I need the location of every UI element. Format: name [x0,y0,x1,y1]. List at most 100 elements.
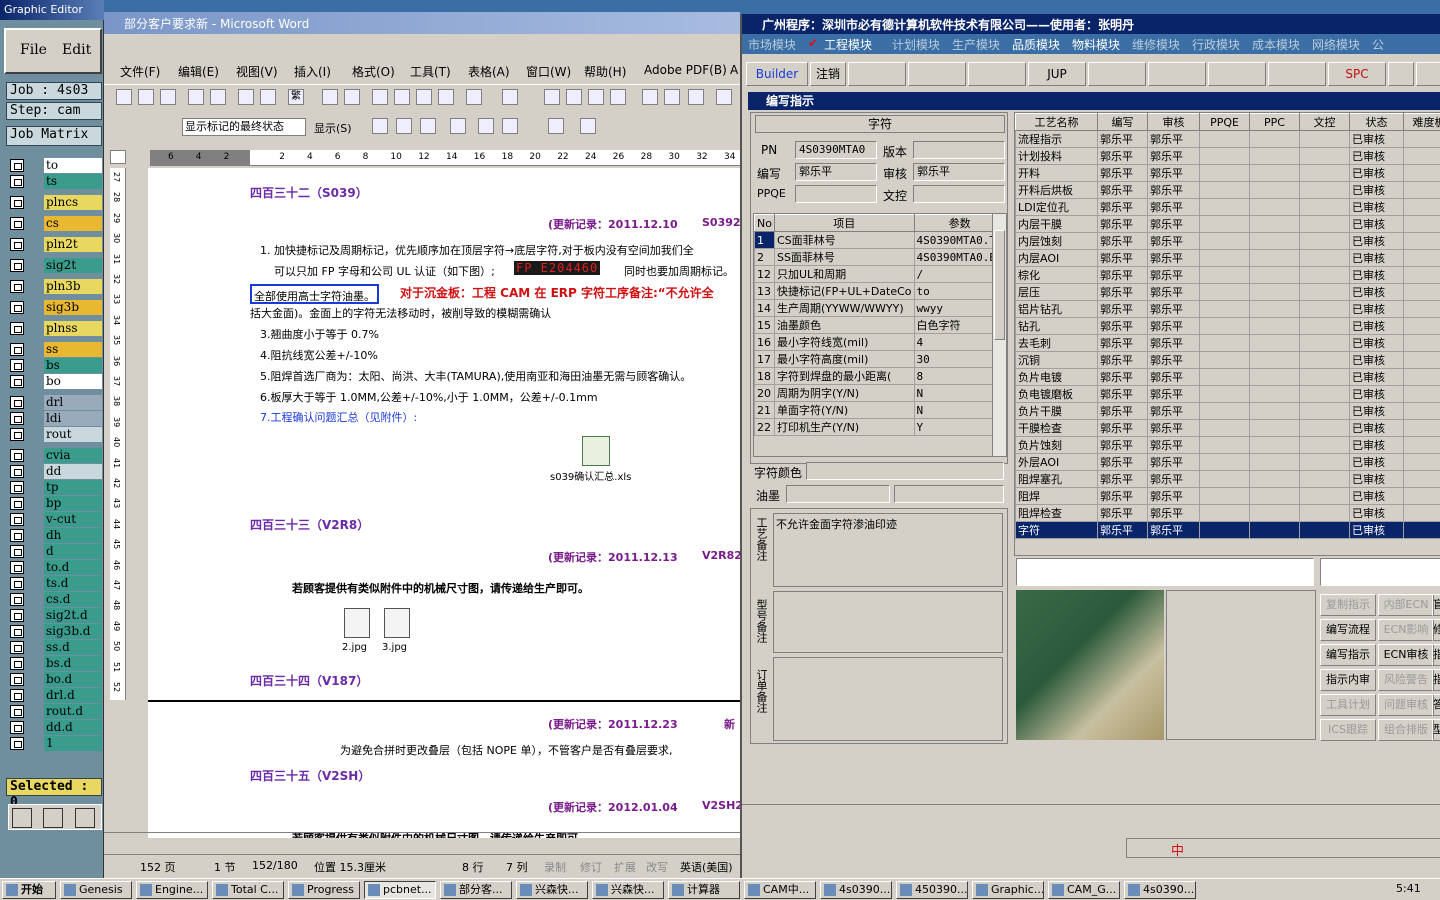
layer-name[interactable]: d [44,544,102,559]
process-writer[interactable]: 郭乐平 [1097,147,1148,165]
process-name[interactable]: 阻焊检查 [1015,504,1098,522]
layer-row[interactable]: to.d [10,560,102,575]
layer-name[interactable]: plncs [44,195,102,210]
param-item[interactable]: 字符到焊盘的最小距离( [773,367,915,385]
process-name[interactable]: 阻焊塞孔 [1015,470,1098,488]
params-table[interactable]: No 项目 参数 1 CS面菲林号 4S0390MTA0.TO 2 SS面菲林号 4S03… [754,214,1006,436]
document-map-icon[interactable] [688,89,704,105]
process-reviewer[interactable]: 郭乐平 [1147,283,1200,301]
layer-name[interactable]: ss.d [44,640,102,655]
attachment-name[interactable]: 2.jpg [342,642,367,653]
process-writer[interactable]: 郭乐平 [1097,385,1148,403]
logout-button[interactable]: 注销 [810,62,846,86]
model-note-field[interactable] [773,591,1003,653]
process-reviewer[interactable]: 郭乐平 [1147,368,1200,386]
process-control[interactable] [1299,521,1350,539]
process-status[interactable]: 已审核 [1349,453,1404,471]
layer-row[interactable]: dd [10,464,102,479]
process-ppqe[interactable] [1199,164,1250,182]
columns-icon[interactable] [642,89,658,105]
layer-row[interactable]: sig2t [10,258,102,273]
module-tab[interactable]: 行政模块 [1192,36,1240,53]
process-reviewer[interactable]: 郭乐平 [1147,300,1200,318]
redo-icon[interactable] [502,89,518,105]
process-name[interactable]: 内层AOI [1015,249,1098,267]
builder-button[interactable]: Builder [746,62,808,86]
process-ppc[interactable] [1249,334,1300,352]
process-writer[interactable]: 郭乐平 [1097,436,1148,454]
process-ppqe[interactable] [1199,130,1250,148]
process-ppqe[interactable] [1199,368,1250,386]
action-button[interactable]: 风险警告 [1378,669,1434,691]
taskbar-button[interactable]: 兴森快... [516,881,588,899]
param-no[interactable]: 15 [754,316,775,334]
process-name[interactable]: 外层AOI [1015,453,1098,471]
layer-checkbox[interactable] [10,159,24,172]
layer-checkbox[interactable] [10,737,24,750]
process-writer[interactable]: 郭乐平 [1097,351,1148,369]
layer-checkbox[interactable] [10,497,24,510]
process-row[interactable]: 内层干膜 郭乐平 郭乐平 已审核 [1015,215,1440,233]
process-control[interactable] [1299,351,1350,369]
process-ppc[interactable] [1249,402,1300,420]
printer-icon[interactable] [1268,62,1326,86]
tools-icon[interactable] [1208,62,1266,86]
highlighted-text-box[interactable]: 全部使用高士字符油墨。 [250,284,379,304]
menu-edit[interactable]: Edit [62,42,91,58]
action-button[interactable]: 盲 [1432,594,1440,616]
tab-selector[interactable] [110,150,126,164]
process-name[interactable]: 开料 [1015,164,1098,182]
taskbar-button[interactable]: 计算器 [668,881,740,899]
taskbar-button[interactable]: CAM中... [744,881,816,899]
process-ppqe[interactable] [1199,470,1250,488]
powerpoint-icon[interactable] [848,62,906,86]
process-note-field[interactable]: 不允许金面字符渗油印迹 [773,513,1003,587]
param-row[interactable]: 12 只加UL和周期 / [754,265,1006,283]
param-item[interactable]: 油墨颜色 [773,316,915,334]
open-icon[interactable] [138,89,154,105]
process-control[interactable] [1299,130,1350,148]
action-button[interactable]: 编写流程 [1320,619,1376,641]
process-writer[interactable]: 郭乐平 [1097,419,1148,437]
process-control[interactable] [1299,436,1350,454]
process-name[interactable]: 计划投料 [1015,147,1098,165]
layer-row[interactable]: cs.d [10,592,102,607]
process-row[interactable]: 干膜检查 郭乐平 郭乐平 已审核 [1015,419,1440,437]
measure-tool-icon[interactable] [43,808,63,828]
track-changes-icon[interactable] [548,118,564,134]
process-ppqe[interactable] [1199,351,1250,369]
process-name[interactable]: 干膜检查 [1015,419,1098,437]
menu-item[interactable]: 视图(V) [236,63,278,80]
process-ppc[interactable] [1249,249,1300,267]
layer-name[interactable]: cs.d [44,592,102,607]
layer-name[interactable]: plnss [44,321,102,336]
process-control[interactable] [1299,266,1350,284]
process-row[interactable]: 去毛刺 郭乐平 郭乐平 已审核 [1015,334,1440,352]
process-difficulty[interactable] [1403,419,1440,437]
menu-item[interactable]: 帮助(H) [584,63,626,80]
layer-checkbox[interactable] [10,721,24,734]
action-button[interactable]: 组合排版 [1378,719,1434,741]
taskbar-button[interactable]: 4s0390... [1124,881,1196,899]
layer-name[interactable]: sig2t.d [44,608,102,623]
traditional-chinese-icon[interactable]: 繁 [288,89,304,105]
ime-chinese-icon[interactable]: 中 [1171,840,1184,859]
layer-row[interactable]: sig3b [10,300,102,315]
layer-checkbox[interactable] [10,238,24,251]
process-difficulty[interactable] [1403,317,1440,335]
layer-name[interactable]: ldi [44,411,102,426]
process-writer[interactable]: 郭乐平 [1097,249,1148,267]
param-no[interactable]: 21 [754,401,775,419]
process-reviewer[interactable]: 郭乐平 [1147,147,1200,165]
layer-checkbox[interactable] [10,593,24,606]
layer-name[interactable]: bo [44,374,102,389]
accept-change-icon[interactable] [420,118,436,134]
job-matrix-button[interactable]: Job Matrix [6,126,102,146]
undo-icon[interactable] [466,89,482,105]
view-icon[interactable] [1088,62,1146,86]
layer-checkbox[interactable] [10,196,24,209]
process-ppc[interactable] [1249,368,1300,386]
process-status[interactable]: 已审核 [1349,402,1404,420]
layer-row[interactable]: sig3b.d [10,624,102,639]
status-track[interactable]: 修订 [580,859,602,875]
